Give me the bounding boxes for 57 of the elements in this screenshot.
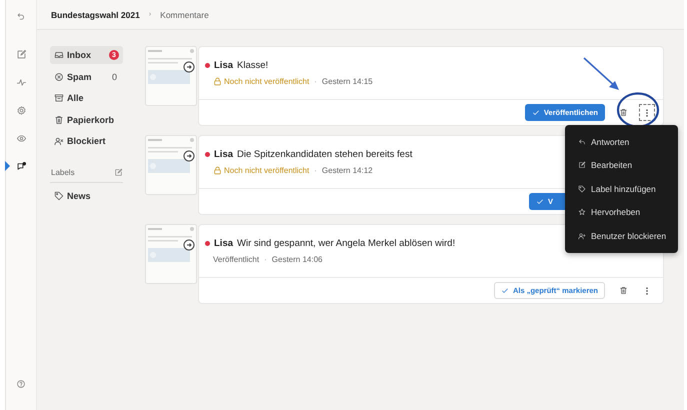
reply-icon xyxy=(578,138,586,146)
person-cross-icon xyxy=(54,136,64,146)
check-icon xyxy=(532,108,540,116)
menu-item[interactable]: Benutzer blockieren xyxy=(565,224,678,248)
pulse-icon xyxy=(16,76,26,88)
speech-bubble-icon xyxy=(16,160,26,172)
tag-icon xyxy=(578,184,586,193)
timestamp: Gestern 14:15 xyxy=(322,77,373,86)
publish-status: Noch nicht veröffentlicht xyxy=(213,77,310,86)
comment-text: Klasse! xyxy=(237,60,268,71)
edit-icon[interactable] xyxy=(114,168,123,177)
author-name: Lisa xyxy=(214,149,234,160)
comment-text: Die Spitzenkandidaten stehen bereits fest xyxy=(237,149,412,160)
check-icon xyxy=(536,198,544,206)
cross-circle-icon xyxy=(54,72,64,82)
active-indicator xyxy=(5,161,10,171)
breadcrumb-item: Kommentare xyxy=(160,10,209,20)
eye-icon xyxy=(16,132,26,144)
label-item[interactable]: News xyxy=(50,187,123,205)
help-icon[interactable] xyxy=(16,379,26,389)
menu-item[interactable]: Label hinzufügen xyxy=(565,177,678,200)
star-icon xyxy=(578,208,586,216)
more-button[interactable] xyxy=(639,104,655,121)
comment-text: Wir sind gespannt, wer Angela Merkel ablösen wird! xyxy=(237,238,456,249)
folder-item[interactable]: Papierkorb xyxy=(50,110,123,128)
menu-item[interactable]: Bearbeiten xyxy=(565,154,678,177)
separator-dot: · xyxy=(314,166,317,175)
person-plus-icon xyxy=(578,232,586,240)
trash-icon[interactable] xyxy=(618,286,628,295)
timestamp: Gestern 14:12 xyxy=(322,166,373,175)
publish-status: Veröffentlicht xyxy=(213,255,260,264)
undo-icon xyxy=(16,10,26,22)
separator-dot: · xyxy=(314,77,317,86)
inbox-icon xyxy=(54,50,64,60)
lock-icon xyxy=(213,166,222,175)
settings-icon xyxy=(16,104,26,116)
menu-item[interactable]: Antworten xyxy=(565,130,678,154)
trash-icon[interactable] xyxy=(618,108,628,117)
timestamp: Gestern 14:06 xyxy=(272,255,322,264)
menu-item[interactable]: Hervorheben xyxy=(565,200,678,224)
archive-box-icon xyxy=(54,93,64,103)
author-name: Lisa xyxy=(214,60,234,71)
separator-dot: · xyxy=(264,255,267,264)
trash-icon xyxy=(54,114,64,124)
folder-item[interactable]: Spam 0 xyxy=(50,68,123,86)
edit-icon xyxy=(578,161,586,170)
count: 0 xyxy=(112,72,118,82)
section-heading: Labels xyxy=(51,168,75,177)
folder-item[interactable]: Alle xyxy=(50,89,123,107)
breadcrumb-item[interactable]: Bundestagswahl 2021 xyxy=(51,10,140,20)
tag-icon xyxy=(54,191,64,201)
author-name: Lisa xyxy=(214,238,234,249)
check-icon xyxy=(500,286,509,294)
folder-item[interactable]: Blockiert xyxy=(50,132,123,150)
publish-status: Noch nicht veröffentlicht xyxy=(213,166,310,175)
lock-icon xyxy=(213,77,222,86)
edit-icon xyxy=(16,48,26,60)
